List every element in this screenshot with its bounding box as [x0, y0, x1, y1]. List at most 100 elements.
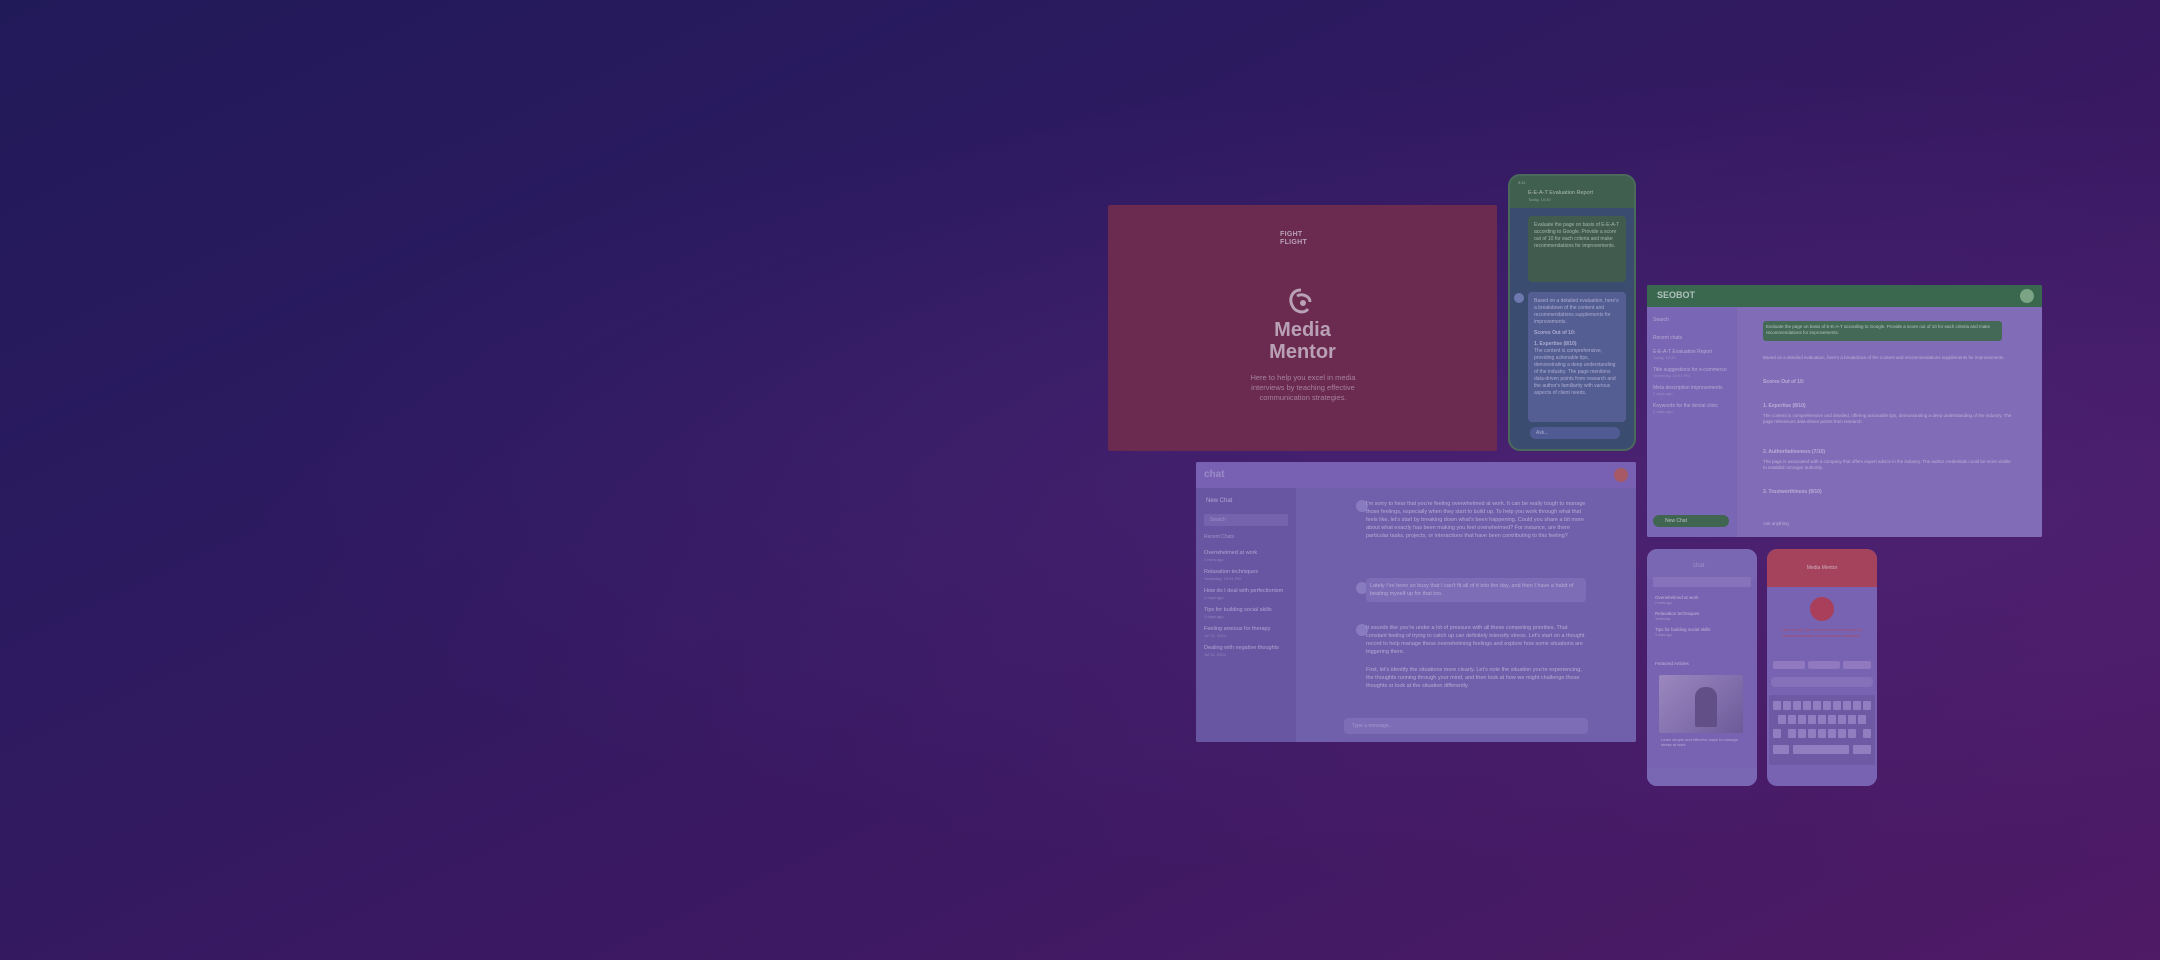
media-mentor-title: Media Mentor: [1108, 319, 1497, 363]
key[interactable]: [1863, 729, 1871, 738]
sidebar: New Chat Search Recent Chats Overwhelmed…: [1196, 488, 1296, 742]
media-mentor-description: Here to help you excel in media intervie…: [1250, 373, 1356, 402]
bottom-nav[interactable]: [1647, 768, 1757, 786]
person-illustration: [1695, 687, 1717, 727]
key[interactable]: [1773, 745, 1789, 754]
therapy-chat-desktop: chat New Chat Search Recent Chats Overwh…: [1196, 462, 1636, 742]
recent-chat-time: 2 days ago: [1653, 391, 1673, 396]
suggestion-chip[interactable]: [1773, 661, 1805, 669]
key[interactable]: [1773, 701, 1781, 710]
brand-line-1: FIGHT: [1280, 231, 1303, 238]
search-input[interactable]: Search: [1204, 514, 1288, 526]
sidebar: Search Recent chats E-E-A-T Evaluation R…: [1647, 307, 1737, 537]
point-title: 1. Expertise (8/10): [1534, 341, 1577, 347]
key[interactable]: [1788, 715, 1796, 724]
list-item-time: 2 mins ago: [1655, 601, 1673, 605]
new-chat-button[interactable]: New Chat: [1653, 515, 1729, 527]
recent-chat-time: 2 mins ago: [1204, 557, 1224, 562]
recent-chat-time: 3 days ago: [1653, 409, 1673, 414]
key[interactable]: [1813, 701, 1821, 710]
search-input[interactable]: Search: [1653, 317, 1669, 323]
brand-line-2: FLIGHT: [1280, 239, 1308, 246]
media-mentor-card: FIGHT FLIGHT Media Mentor Here to help y…: [1108, 205, 1497, 451]
key[interactable]: [1823, 701, 1831, 710]
recent-chat-item[interactable]: Tips for building social skills: [1204, 607, 1272, 613]
new-chat-button[interactable]: New Chat: [1206, 498, 1232, 504]
list-item[interactable]: Tips for building social skills: [1655, 627, 1710, 632]
therapy-phone-screen: chat Overwhelmed at work 2 mins ago Rela…: [1647, 549, 1757, 786]
key[interactable]: [1828, 715, 1836, 724]
recent-chats-label: Recent chats: [1653, 335, 1683, 341]
bot-message: Based on a detailed evaluation, here's a…: [1528, 292, 1626, 422]
recent-chat-time: Today, 10:30: [1653, 355, 1676, 360]
media-mentor-icon: [1289, 288, 1312, 314]
key[interactable]: [1803, 701, 1811, 710]
footer-hint[interactable]: Ask anything: [1763, 521, 2012, 527]
seo-phone-screen: 9:41 E-E-A-T Evaluation Report Today, 10…: [1508, 174, 1636, 451]
user-avatar[interactable]: [1614, 468, 1628, 482]
key[interactable]: [1828, 729, 1836, 738]
featured-caption: Learn simple and effective ways to manag…: [1661, 737, 1738, 747]
user-avatar[interactable]: [2020, 289, 2034, 303]
expertise-text: The content is comprehensive and detaile…: [1763, 413, 2012, 424]
recent-chat-time: Jul 31, 2024: [1204, 652, 1226, 657]
phone-header: chat: [1647, 549, 1757, 579]
key[interactable]: [1818, 729, 1826, 738]
key[interactable]: [1863, 701, 1871, 710]
recent-chat-item[interactable]: Feeling anxious for therapy: [1204, 626, 1270, 632]
key[interactable]: [1848, 729, 1856, 738]
chat-subtitle: Today, 10:30: [1528, 197, 1551, 202]
bot-intro: Based on a detailed evaluation, here's a…: [1763, 355, 2005, 360]
featured-image[interactable]: [1659, 675, 1743, 733]
search-input[interactable]: [1653, 577, 1751, 587]
key[interactable]: [1843, 701, 1851, 710]
trust-title: 3. Trustworthiness (9/10): [1763, 489, 1822, 495]
media-mentor-phone: Media Mentor Here to help you excel in m…: [1767, 549, 1877, 786]
recent-chat-item[interactable]: Overwhelmed at work: [1204, 550, 1257, 556]
suggestion-chips: [1773, 661, 1871, 669]
key[interactable]: [1858, 715, 1866, 724]
key[interactable]: [1783, 701, 1791, 710]
key[interactable]: [1848, 715, 1856, 724]
recent-chat-item[interactable]: Dealing with negative thoughts: [1204, 645, 1279, 651]
key[interactable]: [1798, 715, 1806, 724]
status-time: 9:41: [1518, 180, 1526, 185]
key[interactable]: [1773, 729, 1781, 738]
score-label: Scores Out of 10:: [1534, 330, 1576, 336]
suggestion-chip[interactable]: [1808, 661, 1840, 669]
bot-intro: Based on a detailed evaluation, here's a…: [1534, 298, 1619, 325]
recent-chat-time: 3 days ago: [1204, 614, 1224, 619]
key[interactable]: [1808, 729, 1816, 738]
key[interactable]: [1788, 729, 1796, 738]
key[interactable]: [1853, 701, 1861, 710]
key[interactable]: [1808, 715, 1816, 724]
suggestion-chip[interactable]: [1843, 661, 1871, 669]
app-title: Media Mentor: [1806, 565, 1838, 571]
key[interactable]: [1818, 715, 1826, 724]
chat-title[interactable]: E-E-A-T Evaluation Report: [1528, 190, 1593, 196]
user-message: Evaluate the page on basis of E-E-A-T ac…: [1528, 216, 1626, 282]
list-item[interactable]: Relaxation techniques: [1655, 611, 1699, 616]
return-key[interactable]: [1853, 745, 1871, 754]
app-header: chat: [1196, 462, 1636, 488]
recent-chat-item[interactable]: Relaxation techniques: [1204, 569, 1258, 575]
title-line-1: Media: [1274, 319, 1331, 341]
recent-chat-time: Yesterday, 10:51 PM: [1653, 373, 1690, 378]
bot-message: It sounds like you're under a lot of pre…: [1366, 625, 1585, 655]
app-header: SEOBOT: [1647, 285, 2042, 307]
scores-label: Scores Out of 10:: [1763, 379, 1805, 385]
message-input[interactable]: Type a message...: [1344, 718, 1588, 734]
list-item[interactable]: Overwhelmed at work: [1655, 595, 1699, 600]
keyboard[interactable]: [1769, 695, 1875, 765]
recent-chat-item[interactable]: How do I deal with perfectionism: [1204, 588, 1283, 594]
key[interactable]: [1833, 701, 1841, 710]
space-key[interactable]: [1793, 745, 1849, 754]
message-input[interactable]: [1771, 677, 1873, 687]
message-input[interactable]: Ask...: [1530, 427, 1620, 439]
key[interactable]: [1778, 715, 1786, 724]
key[interactable]: [1838, 729, 1846, 738]
key[interactable]: [1838, 715, 1846, 724]
key[interactable]: [1798, 729, 1806, 738]
app-logo: chat: [1204, 469, 1225, 480]
key[interactable]: [1793, 701, 1801, 710]
